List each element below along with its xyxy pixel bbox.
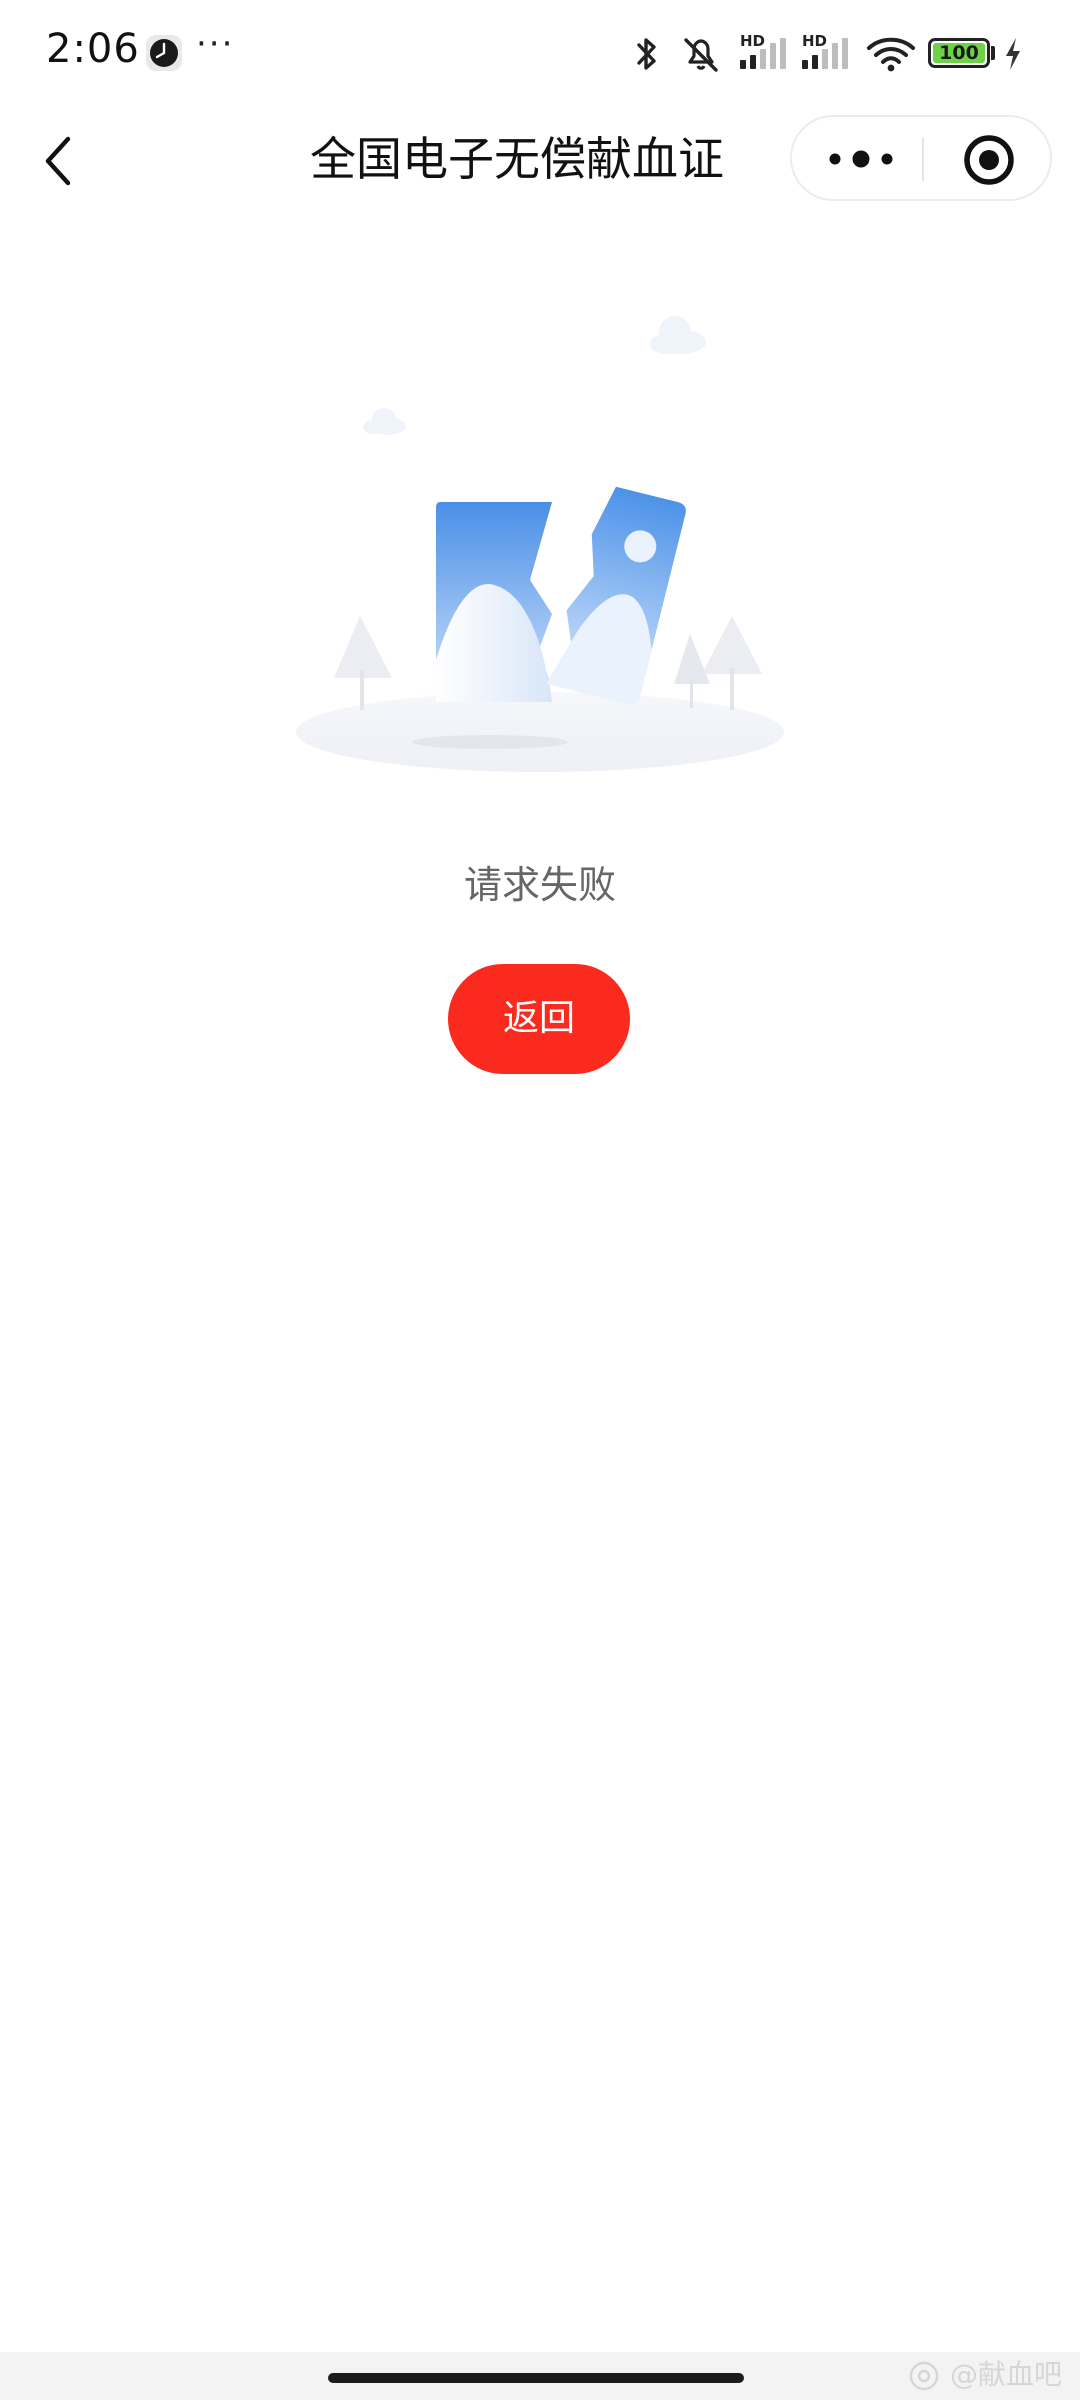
nav-bar: 全国电子无偿献血证: [0, 105, 1080, 215]
page-title: 全国电子无偿献血证: [310, 132, 724, 186]
charging-icon: [1006, 38, 1020, 70]
status-icons: HD HD 100: [630, 30, 1050, 78]
status-bar: 2:06 ··· HD HD 100: [0, 0, 1080, 105]
mini-program-capsule: [790, 115, 1052, 201]
signal-strength-icon-2: [802, 38, 848, 69]
status-time: 2:06: [46, 26, 140, 72]
mute-icon: [684, 38, 718, 72]
battery-cap: [991, 46, 995, 60]
wifi-icon: [867, 37, 915, 72]
clock-app-icon: [146, 35, 182, 71]
error-message: 请求失败: [463, 863, 616, 907]
battery-level: 100: [939, 42, 979, 64]
cloud-icon-small: [363, 408, 406, 435]
battery-icon: 100: [928, 38, 990, 68]
signal-strength-icon-1: [740, 38, 786, 69]
bluetooth-icon: [637, 38, 656, 70]
watermark-text: @献血吧: [950, 2358, 1063, 2391]
return-button[interactable]: 返回: [448, 964, 630, 1074]
cloud-icon: [650, 316, 706, 354]
more-options-button[interactable]: [820, 135, 902, 183]
back-button[interactable]: [30, 123, 90, 199]
request-failed-illustration: [296, 316, 784, 772]
app-screen: 2:06 ··· HD HD 100 全国电子无偿献血证 请求失败 返回 @献血…: [0, 0, 1080, 2400]
capsule-divider: [922, 137, 924, 181]
watermark-logo-icon: [909, 2361, 939, 2391]
more-notifications-icon: ···: [196, 24, 235, 64]
close-mini-program-button[interactable]: [962, 133, 1016, 187]
home-indicator[interactable]: [328, 2373, 744, 2383]
